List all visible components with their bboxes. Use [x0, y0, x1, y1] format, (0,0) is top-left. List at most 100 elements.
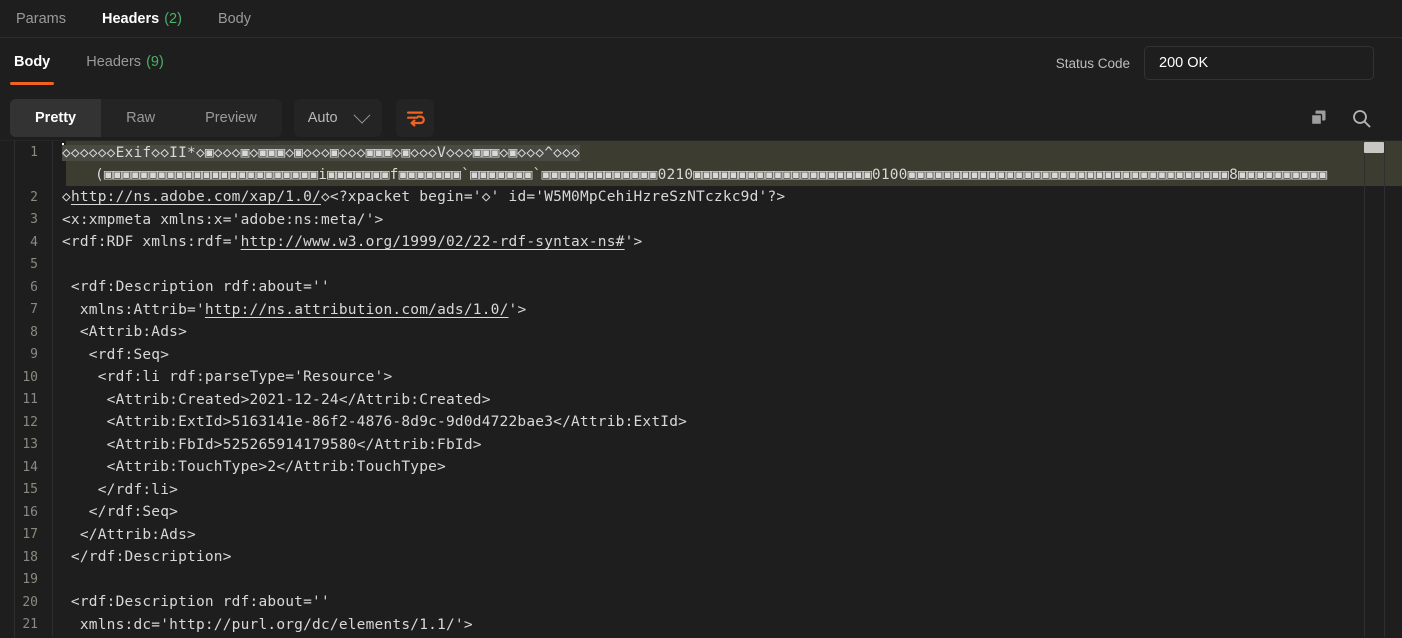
line-number: 8 — [30, 324, 38, 340]
scrollbar-track-line-left — [1364, 140, 1365, 637]
code-line-text: </rdf:li> — [53, 482, 1402, 498]
status-code-label: Status Code — [1055, 55, 1130, 71]
line-number: 1 — [30, 144, 38, 160]
code-line-text: <Attrib:TouchType>2</Attrib:TouchType> — [53, 459, 1402, 475]
request-tab-headers-count: (2) — [164, 10, 182, 27]
code-line-text: <rdf:Description rdf:about='' — [53, 594, 1402, 610]
code-text: <rdf:li rdf:parseType='Resource'> — [62, 369, 393, 386]
code-url[interactable]: http://ns.adobe.com/xap/1.0/ — [71, 189, 321, 205]
line-number: 16 — [22, 504, 38, 520]
code-line: 14 <Attrib:TouchType>2</Attrib:TouchType… — [0, 456, 1402, 479]
line-number: 12 — [22, 414, 38, 430]
request-tab-params-label: Params — [16, 10, 66, 27]
view-mode-raw[interactable]: Raw — [101, 99, 180, 137]
line-number: 20 — [22, 594, 38, 610]
code-lines-container: 1 ◇◇◇◇◇◇Exif◇◇II*◇▣◇◇◇▣◇▣▣▣◇▣◇◇◇▣◇◇◇▣▣▣◇▣… — [0, 141, 1402, 636]
line-number: 17 — [22, 527, 38, 543]
view-mode-raw-label: Raw — [126, 110, 156, 126]
line-number: 6 — [30, 279, 38, 295]
line-number: 11 — [22, 392, 38, 408]
code-text: </rdf:Description> — [62, 549, 232, 566]
line-number: 19 — [22, 572, 38, 588]
code-text: '> — [624, 234, 643, 251]
code-line: 9 <rdf:Seq> — [0, 343, 1402, 366]
code-line: 3 <x:xmpmeta xmlns:x='adobe:ns:meta/'> — [0, 208, 1402, 231]
code-line: 17 </Attrib:Ads> — [0, 523, 1402, 546]
code-text: <Attrib:TouchType>2</Attrib:TouchType> — [62, 459, 446, 476]
code-text: <Attrib:ExtId>5163141e-86f2-4876-8d9c-9d… — [62, 414, 688, 431]
request-tab-body[interactable]: Body — [218, 11, 251, 27]
code-url[interactable]: http://ns.attribution.com/ads/1.0/ — [205, 302, 509, 318]
line-number: 18 — [22, 549, 38, 565]
code-line-text: xmlns:dc='http://purl.org/dc/elements/1.… — [53, 617, 1402, 633]
code-text: </Attrib:Ads> — [62, 526, 196, 543]
view-mode-preview[interactable]: Preview — [180, 99, 282, 137]
code-url[interactable]: http://www.w3.org/1999/02/22-rdf-syntax-… — [241, 234, 625, 250]
code-text: <rdf:RDF xmlns:rdf=' — [62, 234, 241, 251]
format-select-value: Auto — [307, 110, 338, 126]
code-line-text: <rdf:li rdf:parseType='Resource'> — [53, 369, 1402, 385]
code-line-text: <rdf:RDF xmlns:rdf='http://www.w3.org/19… — [53, 234, 1402, 250]
editor-vertical-scrollbar[interactable] — [1364, 140, 1385, 637]
view-mode-pretty-label: Pretty — [35, 110, 77, 126]
code-line: 7 xmlns:Attrib='http://ns.attribution.co… — [0, 298, 1402, 321]
code-line: (▣▣▣▣▣▣▣▣▣▣▣▣▣▣▣▣▣▣▣▣▣▣▣▣i▣▣▣▣▣▣▣f▣▣▣▣▣▣… — [0, 163, 1402, 186]
word-wrap-button[interactable] — [395, 99, 434, 137]
line-number: 14 — [22, 459, 38, 475]
viewer-toolbar: Pretty Raw Preview Auto — [0, 88, 1402, 148]
code-line-text: <Attrib:ExtId>5163141e-86f2-4876-8d9c-9d… — [53, 414, 1402, 430]
code-line: 6 <rdf:Description rdf:about='' — [0, 276, 1402, 299]
response-tab-headers-label: Headers — [86, 54, 142, 70]
request-tab-params[interactable]: Params — [16, 11, 66, 27]
code-line: 5 — [0, 253, 1402, 276]
format-select[interactable]: Auto — [293, 99, 382, 137]
code-text: xmlns:Attrib=' — [62, 301, 205, 318]
toolbar-right-actions — [1309, 88, 1372, 148]
request-tab-body-label: Body — [217, 10, 251, 27]
code-line-text: (▣▣▣▣▣▣▣▣▣▣▣▣▣▣▣▣▣▣▣▣▣▣▣▣i▣▣▣▣▣▣▣f▣▣▣▣▣▣… — [53, 167, 1402, 183]
code-text: xmlns:dc='http://purl.org/dc/elements/1.… — [62, 616, 473, 633]
code-text: </rdf:li> — [62, 481, 179, 498]
code-text: ◇◇◇◇◇◇Exif◇◇II*◇▣◇◇◇▣◇▣▣▣◇▣◇◇◇▣◇◇◇▣▣▣◇▣◇… — [62, 145, 580, 162]
scrollbar-track-line-right — [1384, 140, 1385, 637]
line-number: 15 — [22, 482, 38, 498]
copy-icon[interactable] — [1309, 108, 1329, 128]
code-line-text: <Attrib:Ads> — [53, 324, 1402, 340]
line-number: 4 — [30, 234, 38, 250]
code-line-text: <Attrib:FbId>525265914179580</Attrib:FbI… — [53, 437, 1402, 453]
code-line: 1 ◇◇◇◇◇◇Exif◇◇II*◇▣◇◇◇▣◇▣▣▣◇▣◇◇◇▣◇◇◇▣▣▣◇▣… — [0, 141, 1402, 164]
code-text: ◇<?xpacket begin='◇' id='W5M0MpCehiHzreS… — [320, 189, 786, 206]
code-line: 18 </rdf:Description> — [0, 546, 1402, 569]
code-line: 21 xmlns:dc='http://purl.org/dc/elements… — [0, 613, 1402, 636]
search-icon[interactable] — [1351, 108, 1372, 129]
code-text: <Attrib:Ads> — [62, 324, 188, 341]
code-line-text: <x:xmpmeta xmlns:x='adobe:ns:meta/'> — [53, 212, 1402, 228]
code-text: <Attrib:Created>2021-12-24</Attrib:Creat… — [62, 391, 491, 408]
code-text: <rdf:Description rdf:about='' — [62, 594, 330, 611]
line-number: 5 — [30, 257, 38, 273]
view-mode-pretty[interactable]: Pretty — [10, 99, 102, 137]
line-number: 10 — [22, 369, 38, 385]
line-number: 7 — [30, 302, 38, 318]
code-line-text: <Attrib:Created>2021-12-24</Attrib:Creat… — [53, 392, 1402, 408]
code-line: 13 <Attrib:FbId>525265914179580</Attrib:… — [0, 433, 1402, 456]
code-line: 11 <Attrib:Created>2021-12-24</Attrib:Cr… — [0, 388, 1402, 411]
chevron-down-icon — [353, 106, 371, 124]
line-number: 13 — [22, 437, 38, 453]
code-text: '> — [508, 301, 527, 318]
response-tab-body[interactable]: Body — [10, 54, 55, 85]
code-text: (▣▣▣▣▣▣▣▣▣▣▣▣▣▣▣▣▣▣▣▣▣▣▣▣i▣▣▣▣▣▣▣f▣▣▣▣▣▣… — [95, 166, 1328, 183]
code-line-text: ◇◇◇◇◇◇Exif◇◇II*◇▣◇◇◇▣◇▣▣▣◇▣◇◇◇▣◇◇◇▣▣▣◇▣◇… — [53, 143, 1402, 162]
gutter-separator — [52, 253, 53, 276]
code-text: </rdf:Seq> — [62, 504, 179, 521]
code-line: 8 <Attrib:Ads> — [0, 321, 1402, 344]
gutter-separator — [52, 568, 53, 591]
response-body-editor[interactable]: 1 ◇◇◇◇◇◇Exif◇◇II*◇▣◇◇◇▣◇▣▣▣◇▣◇◇◇▣◇◇◇▣▣▣◇▣… — [0, 140, 1402, 638]
request-tab-headers[interactable]: Headers (2) — [102, 11, 182, 27]
code-line: 20 <rdf:Description rdf:about='' — [0, 591, 1402, 614]
response-tab-headers[interactable]: Headers (9) — [82, 54, 168, 72]
scrollbar-thumb[interactable] — [1364, 142, 1384, 153]
view-mode-segmented-control: Pretty Raw Preview — [10, 99, 282, 137]
code-line-text: xmlns:Attrib='http://ns.attribution.com/… — [53, 302, 1402, 318]
status-code-group: Status Code 200 OK — [1056, 46, 1374, 80]
